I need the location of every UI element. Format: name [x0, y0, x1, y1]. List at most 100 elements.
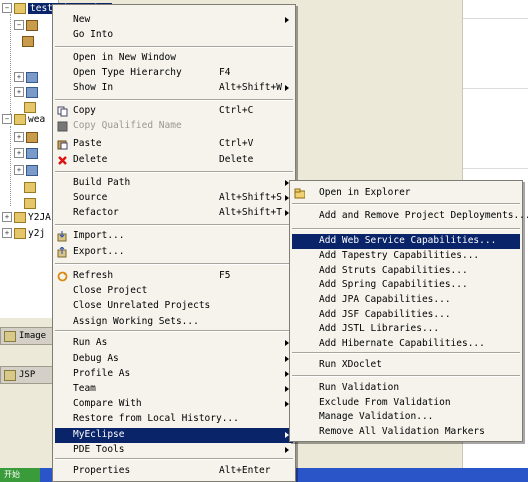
submenu-item-run-xdoclet[interactable]: Run XDoclet	[292, 358, 520, 373]
submenu-arrow-icon	[285, 447, 289, 453]
menu-item-assign-working-sets[interactable]: Assign Working Sets...	[55, 315, 293, 330]
submenu-item-run-validation[interactable]: Run Validation	[292, 381, 520, 396]
tree-node-folder[interactable]	[24, 196, 38, 210]
library-icon	[26, 86, 38, 98]
menu-item-label: Close Unrelated Projects	[73, 300, 211, 311]
expand-toggle-icon[interactable]: +	[14, 72, 24, 82]
menu-item-refactor[interactable]: Refactor Alt+Shift+T	[55, 206, 293, 221]
export-icon	[57, 247, 68, 258]
menu-item-build-path[interactable]: Build Path	[55, 176, 293, 191]
menu-item-refresh[interactable]: Refresh F5	[55, 269, 293, 284]
menu-item-compare-with[interactable]: Compare With	[55, 397, 293, 412]
menu-item-restore-from-local-history[interactable]: Restore from Local History...	[55, 412, 293, 427]
submenu-item-open-in-explorer[interactable]: Open in Explorer	[292, 186, 520, 201]
submenu-arrow-icon	[285, 17, 289, 23]
menu-separator	[55, 330, 293, 332]
menu-item-label: Show In	[73, 82, 114, 93]
menu-item-label: Paste	[73, 138, 102, 149]
submenu-item-add-jpa-capabilities[interactable]: Add JPA Capabilities...	[292, 293, 520, 308]
menu-item-paste[interactable]: Paste Ctrl+V	[55, 137, 293, 152]
expand-toggle-icon[interactable]: +	[14, 87, 24, 97]
menu-item-label: Build Path	[73, 177, 131, 188]
menu-item-close-project[interactable]: Close Project	[55, 284, 293, 299]
menu-item-copy-qualified-name[interactable]: Copy Qualified Name	[55, 119, 293, 134]
tree-node-library[interactable]: +	[14, 85, 40, 99]
paste-icon	[57, 139, 68, 150]
submenu-item-exclude-from-validation[interactable]: Exclude From Validation	[292, 396, 520, 411]
submenu-item-remove-all-validation-markers[interactable]: Remove All Validation Markers	[292, 425, 520, 440]
submenu-item-add-hibernate-capabilities[interactable]: Add Hibernate Capabilities...	[292, 337, 520, 352]
tree-node-project[interactable]: − wea	[2, 112, 45, 126]
menu-item-open-type-hierarchy[interactable]: Open Type Hierarchy F4	[55, 66, 293, 81]
tree-node-package[interactable]	[22, 34, 36, 48]
menu-item-new[interactable]: New	[55, 13, 293, 28]
delete-icon	[57, 155, 68, 166]
menu-item-label: Profile As	[73, 368, 131, 379]
menu-separator	[292, 203, 520, 205]
menu-item-close-unrelated-projects[interactable]: Close Unrelated Projects	[55, 299, 293, 314]
tree-node-library[interactable]: +	[14, 163, 40, 177]
menu-item-go-into[interactable]: Go Into	[55, 28, 293, 43]
tree-node-src[interactable]: +	[14, 130, 40, 144]
source-folder-icon	[26, 19, 38, 31]
tree-node-src[interactable]: −	[14, 18, 40, 32]
collapse-toggle-icon[interactable]: −	[2, 3, 12, 13]
myeclipse-submenu: Open in Explorer Add and Remove Project D…	[289, 180, 528, 442]
folder-icon	[24, 101, 36, 113]
tree-node-project[interactable]: + Y2JA	[2, 210, 51, 224]
expand-toggle-icon[interactable]: +	[14, 132, 24, 142]
collapse-toggle-icon[interactable]: −	[2, 114, 12, 124]
menu-item-properties[interactable]: Properties Alt+Enter	[55, 464, 293, 479]
submenu-item-add-spring-capabilities[interactable]: Add Spring Capabilities...	[292, 278, 520, 293]
submenu-arrow-icon	[285, 85, 289, 91]
submenu-item-add-jstl-libraries[interactable]: Add JSTL Libraries...	[292, 322, 520, 337]
menu-item-label: Open in New Window	[73, 52, 176, 63]
tree-node-project[interactable]: + y2j	[2, 226, 45, 240]
menu-item-label: Run As	[73, 337, 108, 348]
menu-item-label: Run Validation	[319, 382, 400, 393]
expand-toggle-icon[interactable]: +	[2, 212, 12, 222]
menu-item-label: Exclude From Validation	[319, 397, 451, 408]
expand-toggle-icon[interactable]: +	[14, 165, 24, 175]
tree-node-label: y2j	[28, 227, 46, 239]
menu-item-export[interactable]: Export...	[55, 245, 293, 260]
menu-item-label: Add JSF Capabilities...	[319, 309, 451, 320]
tree-node-library[interactable]: +	[14, 70, 40, 84]
image-panel-tab[interactable]: Image P	[0, 327, 60, 345]
menu-item-debug-as[interactable]: Debug As	[55, 352, 293, 367]
jsp-tab[interactable]: JSP	[0, 366, 60, 384]
tree-node-label: wea	[28, 113, 46, 125]
menu-item-delete[interactable]: Delete Delete	[55, 153, 293, 168]
project-folder-icon	[14, 2, 26, 14]
tree-node-label: Y2JA	[28, 211, 51, 223]
submenu-item-add-web-service-capabilities[interactable]: Add Web Service Capabilities...	[292, 234, 520, 249]
expand-toggle-icon[interactable]: +	[2, 228, 12, 238]
menu-item-myeclipse[interactable]: MyEclipse	[55, 428, 293, 443]
menu-item-label: Debug As	[73, 353, 119, 364]
submenu-item-manage-validation[interactable]: Manage Validation...	[292, 410, 520, 425]
package-explorer-tree: − testWebService − + + − wea + + +	[0, 0, 113, 318]
submenu-item-add-struts-capabilities[interactable]: Add Struts Capabilities...	[292, 264, 520, 279]
expand-toggle-icon[interactable]: −	[14, 20, 24, 30]
import-icon	[57, 231, 68, 242]
menu-item-run-as[interactable]: Run As	[55, 336, 293, 351]
menu-item-shortcut: Alt+Shift+W	[219, 82, 282, 93]
menu-item-profile-as[interactable]: Profile As	[55, 367, 293, 382]
menu-item-team[interactable]: Team	[55, 382, 293, 397]
menu-item-open-in-new-window[interactable]: Open in New Window	[55, 51, 293, 66]
tree-node-library[interactable]: +	[14, 146, 40, 160]
menu-item-copy[interactable]: Copy Ctrl+C	[55, 104, 293, 119]
menu-item-pde-tools[interactable]: PDE Tools	[55, 443, 293, 458]
expand-toggle-icon[interactable]: +	[14, 148, 24, 158]
menu-item-show-in[interactable]: Show In Alt+Shift+W	[55, 81, 293, 96]
menu-item-source[interactable]: Source Alt+Shift+S	[55, 191, 293, 206]
submenu-item-add-jsf-capabilities[interactable]: Add JSF Capabilities...	[292, 308, 520, 323]
menu-item-shortcut: Alt+Shift+T	[219, 207, 282, 218]
start-button[interactable]: 开始	[0, 468, 40, 482]
submenu-item-add-and-remove-project-deployments[interactable]: Add and Remove Project Deployments...	[292, 209, 528, 224]
submenu-item-add-tapestry-capabilities[interactable]: Add Tapestry Capabilities...	[292, 249, 520, 264]
menu-item-import[interactable]: Import...	[55, 229, 293, 244]
tree-node-folder[interactable]	[24, 180, 38, 194]
menu-item-label: Refresh	[73, 270, 114, 281]
project-folder-icon	[14, 113, 26, 125]
